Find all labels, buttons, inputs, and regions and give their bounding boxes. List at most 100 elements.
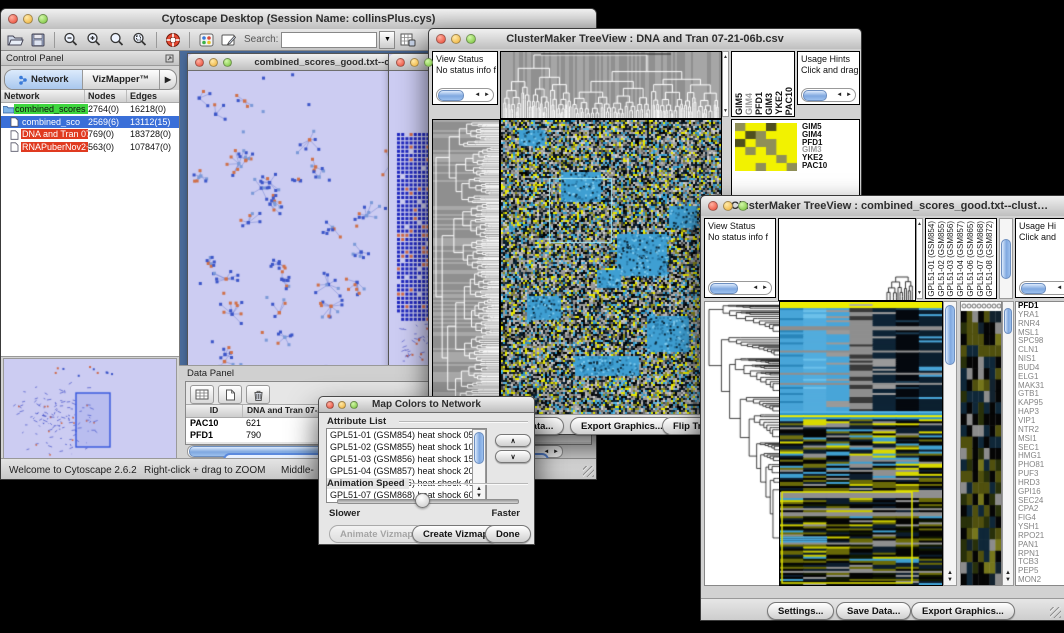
open-button[interactable] — [5, 31, 25, 49]
resize-grip[interactable] — [1050, 607, 1061, 618]
select-attributes-button[interactable] — [190, 385, 214, 404]
minimize-icon[interactable] — [451, 34, 461, 44]
scrollbar-thumb[interactable] — [803, 90, 827, 101]
array-dendrogram[interactable] — [500, 51, 722, 119]
scroll-up-icon[interactable]: ▲ — [1005, 570, 1011, 576]
array-dendrogram[interactable] — [778, 218, 916, 301]
tab-overflow-button[interactable]: ▶ — [160, 70, 176, 89]
attribute-list-item[interactable]: GPL51-01 (GSM854) heat shock 05 min — [327, 429, 486, 441]
scrollbar-thumb[interactable] — [945, 305, 955, 365]
save-data-button[interactable]: Save Data... — [836, 602, 911, 620]
help-button[interactable] — [163, 31, 183, 49]
scroll-down-icon[interactable]: ▼ — [947, 577, 953, 583]
hscrollbar[interactable]: ◄ ► — [801, 88, 856, 102]
scrollbar-thumb[interactable] — [1001, 239, 1011, 279]
minimize-icon[interactable] — [410, 58, 419, 67]
scroll-right-icon[interactable]: ► — [484, 92, 491, 98]
move-up-button[interactable]: ∧ — [495, 434, 531, 447]
network-overview-canvas[interactable] — [4, 359, 174, 465]
import-table-button[interactable] — [398, 31, 418, 49]
scroll-left-icon[interactable]: ◄ — [1056, 285, 1063, 291]
resize-grip[interactable] — [583, 466, 594, 477]
annotation-button[interactable] — [219, 31, 239, 49]
close-icon[interactable] — [708, 201, 718, 211]
dendrogram-splitter[interactable]: ▲▼ — [722, 51, 729, 117]
mini-heatmap[interactable] — [735, 123, 797, 171]
zoom-window-icon[interactable] — [738, 201, 748, 211]
minimize-icon[interactable] — [723, 201, 733, 211]
gene-dendrogram[interactable] — [432, 119, 500, 419]
dendrogram-splitter[interactable]: ▲▼ — [916, 218, 923, 299]
treeview1-titlebar[interactable]: ClusterMaker TreeView : DNA and Tran 07-… — [429, 29, 861, 50]
treeview2-titlebar[interactable]: ClusterMaker TreeView : combined_scores_… — [701, 196, 1064, 217]
heatmap-vscrollbar[interactable]: ▲▼ — [943, 301, 957, 586]
move-down-button[interactable]: ∨ — [495, 450, 531, 463]
plugins-button[interactable] — [196, 31, 216, 49]
scroll-up-icon[interactable]: ▲ — [476, 486, 482, 492]
new-attribute-button[interactable] — [218, 385, 242, 404]
scroll-left-icon[interactable]: ◄ — [752, 285, 759, 291]
settings-button[interactable]: Settings... — [767, 602, 834, 620]
scroll-down-icon[interactable]: ▼ — [1005, 577, 1011, 583]
scrollbar-thumb[interactable] — [1021, 283, 1046, 294]
save-button[interactable] — [28, 31, 48, 49]
close-icon[interactable] — [195, 58, 204, 67]
zoom-out-button[interactable] — [61, 31, 81, 49]
main-titlebar[interactable]: Cytoscape Desktop (Session Name: collins… — [1, 9, 596, 30]
network-table-row[interactable]: combined_scores2764(0)16218(0) — [1, 103, 179, 116]
close-icon[interactable] — [326, 401, 334, 409]
hscrollbar[interactable]: ◄ ► — [708, 281, 772, 295]
slider-thumb[interactable] — [415, 493, 430, 508]
col-id[interactable]: ID — [186, 405, 243, 417]
col-edges[interactable]: Edges — [127, 90, 179, 102]
network-table-row[interactable]: RNAPuberNov2+563(0)107847(0) — [1, 141, 179, 154]
zoom-window-icon[interactable] — [38, 14, 48, 24]
zoom-window-icon[interactable] — [424, 58, 433, 67]
scroll-down-icon[interactable]: ▼ — [723, 108, 728, 114]
zoom-window-icon[interactable] — [223, 58, 232, 67]
zoomed-heatmap[interactable] — [960, 301, 1002, 586]
scrollbar-thumb[interactable] — [474, 432, 484, 464]
export-graphics-button[interactable]: Export Graphics... — [911, 602, 1015, 620]
gene-list-item[interactable]: MON2 — [1016, 576, 1064, 585]
scrollbar-thumb[interactable] — [1004, 308, 1012, 334]
close-icon[interactable] — [436, 34, 446, 44]
network-overview-panel[interactable] — [3, 358, 177, 468]
minimize-icon[interactable] — [23, 14, 33, 24]
heatmap-canvas[interactable] — [500, 119, 722, 419]
zoom-window-icon[interactable] — [350, 401, 358, 409]
scroll-right-icon[interactable]: ► — [553, 449, 560, 455]
close-icon[interactable] — [396, 58, 405, 67]
zoom-window-icon[interactable] — [466, 34, 476, 44]
list-vscrollbar[interactable]: ▲▼ — [472, 429, 486, 502]
float-panel-icon[interactable] — [165, 54, 174, 63]
done-button[interactable]: Done — [485, 525, 531, 543]
minimize-icon[interactable] — [338, 401, 346, 409]
zoom-selected-button[interactable] — [130, 31, 150, 49]
network-table-row[interactable]: combined_sco2569(6)13112(15) — [1, 116, 179, 129]
export-graphics-button[interactable]: Export Graphics... — [570, 417, 674, 435]
heatmap-canvas[interactable] — [779, 301, 943, 586]
scrollbar-thumb[interactable] — [710, 283, 738, 294]
zoom-in-button[interactable] — [84, 31, 104, 49]
attribute-list-item[interactable]: GPL51-03 (GSM856) heat shock 15 min — [327, 453, 486, 465]
scrollbar-thumb[interactable] — [438, 90, 464, 101]
zoom-vscrollbar[interactable]: ▲▼ — [1002, 301, 1014, 586]
tab-vizmapper[interactable]: VizMapper™ — [83, 70, 161, 89]
delete-attribute-button[interactable] — [246, 385, 270, 404]
tab-network[interactable]: Network — [5, 70, 83, 89]
col-network[interactable]: Network — [1, 90, 85, 102]
labels-vscrollbar[interactable] — [999, 218, 1013, 299]
zoom-fit-button[interactable] — [107, 31, 127, 49]
scroll-up-icon[interactable]: ▲ — [917, 221, 922, 227]
search-input[interactable] — [281, 32, 377, 48]
hscrollbar[interactable]: ◄ ► — [1019, 281, 1064, 295]
dialog-titlebar[interactable]: Map Colors to Network — [319, 397, 534, 413]
scroll-right-icon[interactable]: ► — [762, 285, 769, 291]
scroll-right-icon[interactable]: ► — [846, 92, 853, 98]
gene-list[interactable]: PFD1YRA1RNR4MSL1SPC98CLN1NIS1BUD4ELG1MAK… — [1015, 301, 1064, 586]
gene-dendrogram[interactable] — [704, 301, 780, 586]
scroll-up-icon[interactable]: ▲ — [947, 570, 953, 576]
scroll-left-icon[interactable]: ◄ — [474, 92, 481, 98]
col-nodes[interactable]: Nodes — [85, 90, 127, 102]
